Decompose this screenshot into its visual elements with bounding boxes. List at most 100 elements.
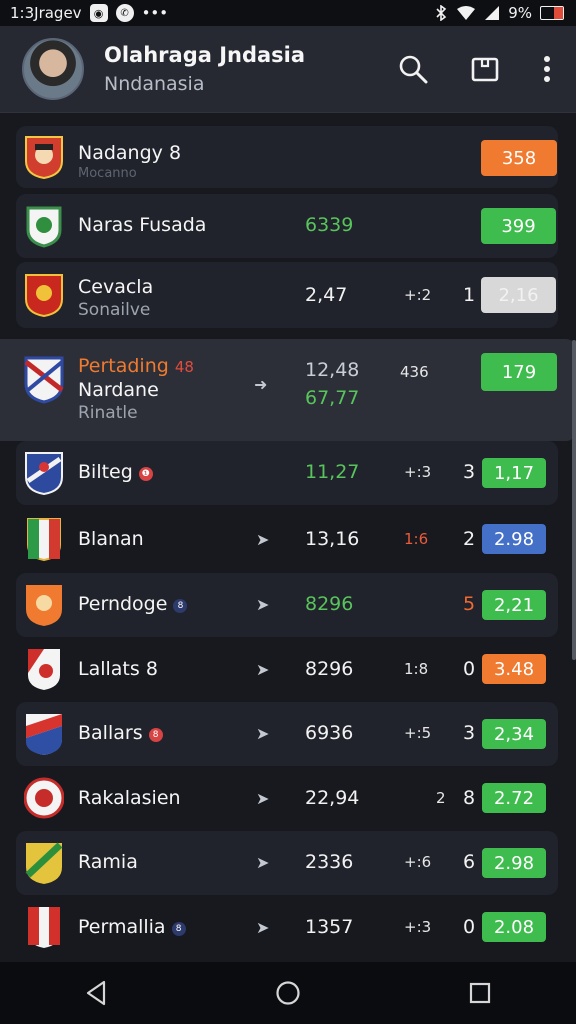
back-button[interactable] xyxy=(84,980,108,1006)
team-name: Bilteg ❶ xyxy=(78,461,153,483)
list-item[interactable]: Bilteg ❶ 11,27 +:3 3 1,17 xyxy=(16,441,558,505)
team-rank: 6 xyxy=(463,851,476,873)
team-name: Pertading 48 xyxy=(78,355,194,377)
team-score: 12,48 xyxy=(305,359,360,381)
team-rank: 8 xyxy=(463,787,476,809)
odds-pill[interactable]: 179 xyxy=(481,353,557,391)
odds-pill[interactable]: 399 xyxy=(481,208,556,244)
app-icon: ◉ xyxy=(89,4,108,22)
list-item-highlighted[interactable]: Pertading 48 Nardane Rinatle ➜ 12,48 67,… xyxy=(0,339,576,441)
team-rank: 2 xyxy=(463,528,476,550)
battery-percentage: 9% xyxy=(508,4,532,22)
list-item[interactable]: Perndoge 8 ➤ 8296 5 2,21 xyxy=(16,573,558,637)
odds-pill[interactable]: 358 xyxy=(481,140,557,176)
status-time: 1:3Jragev xyxy=(10,4,82,22)
list-item[interactable]: Cevacla Sonailve 2,47 +:2 1 2,16 xyxy=(16,262,558,328)
odds-pill[interactable]: 2.72 xyxy=(482,783,546,813)
team-score: 2,47 xyxy=(305,284,348,306)
team-score: 6936 xyxy=(305,722,354,744)
chevron-icon: ➤ xyxy=(256,853,270,872)
wifi-icon xyxy=(457,6,476,20)
team-crest-icon xyxy=(24,712,64,756)
team-name: Permallia 8 xyxy=(78,916,186,938)
list-item[interactable]: Rakalasien ➤ 22,94 2 8 2.72 xyxy=(16,767,558,829)
team-crest-icon xyxy=(24,356,64,404)
team-score: 8296 xyxy=(305,593,354,615)
team-score-secondary: 67,77 xyxy=(305,387,360,409)
team-diff: 1:8 xyxy=(404,660,429,678)
home-icon xyxy=(276,981,300,1005)
odds-pill[interactable]: 2,21 xyxy=(482,590,546,620)
team-number: 48 xyxy=(174,358,194,376)
list-item[interactable]: Nadangy 8 Mocanno 358 xyxy=(16,126,558,188)
list-item[interactable]: Ballars 8 ➤ 6936 +:5 3 2,34 xyxy=(16,702,558,766)
list-item[interactable]: Naras Fusada 6339 399 xyxy=(16,194,558,258)
team-subtitle: Sonailve xyxy=(78,300,151,320)
team-badge-icon: ❶ xyxy=(138,467,153,481)
team-name: Naras Fusada xyxy=(78,214,207,236)
list-item[interactable]: Blanan ➤ 13,16 1:6 2 2.98 xyxy=(16,508,558,570)
app-header: Olahraga Jndasia Nndanasia xyxy=(0,26,576,113)
team-crest-icon xyxy=(24,517,64,561)
odds-pill[interactable]: 2.98 xyxy=(482,524,546,554)
team-name: Rakalasien xyxy=(78,787,181,809)
team-crest-icon xyxy=(24,841,64,885)
team-diff: +:5 xyxy=(404,724,432,742)
team-diff: 1:6 xyxy=(404,530,429,548)
team-diff: +:3 xyxy=(404,918,432,936)
signal-icon xyxy=(485,6,500,20)
scrollbar[interactable] xyxy=(572,340,576,660)
team-rank: 1 xyxy=(463,284,476,306)
page-title: Olahraga Jndasia xyxy=(104,43,306,67)
team-crest-icon xyxy=(24,204,64,248)
messenger-icon: ✆ xyxy=(115,4,134,22)
odds-pill[interactable]: 2,16 xyxy=(481,277,556,313)
odds-pill[interactable]: 3.48 xyxy=(482,654,546,684)
bookmark-icon[interactable] xyxy=(470,54,500,84)
more-vert-icon[interactable] xyxy=(542,54,552,84)
team-diff: 2 xyxy=(436,789,446,807)
list-item[interactable]: Lallats 8 ➤ 8296 1:8 0 3.48 xyxy=(16,638,558,700)
recents-button[interactable] xyxy=(468,981,492,1005)
team-diff: +:2 xyxy=(404,286,432,304)
odds-pill[interactable]: 2,34 xyxy=(482,719,546,749)
chevron-icon: ➤ xyxy=(256,595,270,614)
team-score: 2336 xyxy=(305,851,354,873)
page-subtitle: Nndanasia xyxy=(104,73,205,95)
team-rank: 5 xyxy=(463,593,476,615)
search-icon[interactable] xyxy=(398,54,428,84)
list-item[interactable]: Ramia ➤ 2336 +:6 6 2.98 xyxy=(16,831,558,895)
team-name: Blanan xyxy=(78,528,144,550)
odds-pill[interactable]: 2.98 xyxy=(482,848,546,878)
team-name: Lallats 8 xyxy=(78,658,158,680)
more-icon: ••• xyxy=(141,4,169,22)
team-score: 8296 xyxy=(305,658,354,680)
team-number: 8 xyxy=(168,142,182,164)
avatar[interactable] xyxy=(22,38,84,100)
status-left: 1:3Jragev ◉ ✆ ••• xyxy=(0,4,168,22)
navigation-bar xyxy=(0,962,576,1024)
odds-pill[interactable]: 1,17 xyxy=(482,458,546,488)
chevron-icon: ➤ xyxy=(256,530,270,549)
recents-icon xyxy=(470,982,491,1004)
team-crest-icon xyxy=(24,451,64,495)
home-button[interactable] xyxy=(275,980,301,1006)
team-name: Ballars 8 xyxy=(78,722,163,744)
list-item[interactable]: Permallia 8 ➤ 1357 +:3 0 2.08 xyxy=(16,896,558,958)
team-crest-icon xyxy=(24,135,64,179)
team-name: Ramia xyxy=(78,851,138,873)
team-crest-icon xyxy=(24,905,64,949)
team-name: Perndoge 8 xyxy=(78,593,188,615)
team-number: 8 xyxy=(145,658,158,680)
team-rank: 0 xyxy=(463,916,476,938)
team-rank: 0 xyxy=(463,658,476,680)
odds-pill[interactable]: 2.08 xyxy=(482,912,546,942)
chevron-icon: ➤ xyxy=(256,789,270,808)
chevron-icon: ➤ xyxy=(256,918,270,937)
team-score: 1357 xyxy=(305,916,354,938)
team-crest-icon xyxy=(24,273,64,317)
status-bar: 1:3Jragev ◉ ✆ ••• 9% xyxy=(0,0,576,26)
team-name-secondary: Nardane xyxy=(78,379,159,401)
team-crest-icon xyxy=(24,647,64,691)
status-right: 9% xyxy=(434,4,576,22)
